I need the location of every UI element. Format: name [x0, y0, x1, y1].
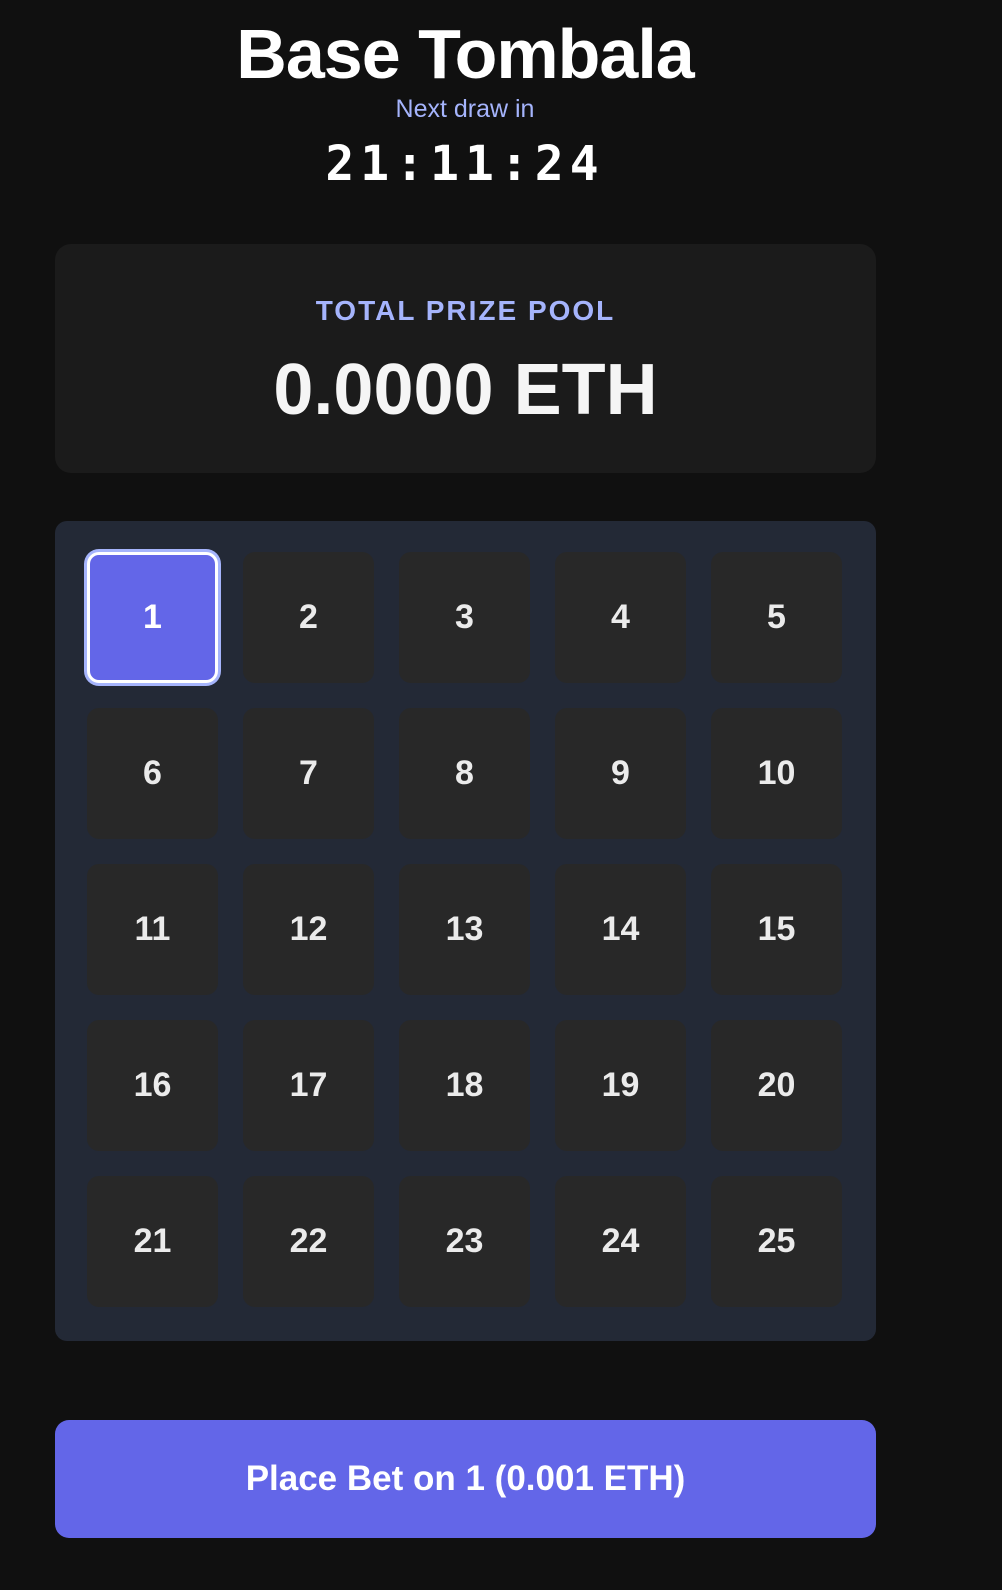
number-grid-panel: 1 2 3 4 5 6 7 8 9 10 11 12 13 14 15 16 1…	[55, 521, 876, 1341]
number-cell[interactable]: 25	[711, 1176, 842, 1307]
next-draw-label: Next draw in	[395, 95, 535, 123]
number-cell[interactable]: 5	[711, 552, 842, 683]
number-cell[interactable]: 8	[399, 708, 530, 839]
number-cell[interactable]: 16	[87, 1020, 218, 1151]
countdown-timer: 21:11:24	[325, 136, 605, 192]
number-cell[interactable]: 22	[243, 1176, 374, 1307]
number-cell[interactable]: 9	[555, 708, 686, 839]
number-cell[interactable]: 13	[399, 864, 530, 995]
number-cell[interactable]: 7	[243, 708, 374, 839]
prize-pool-card: TOTAL PRIZE POOL 0.0000 ETH	[55, 244, 876, 473]
number-grid: 1 2 3 4 5 6 7 8 9 10 11 12 13 14 15 16 1…	[87, 552, 842, 1307]
place-bet-button[interactable]: Place Bet on 1 (0.001 ETH)	[55, 1420, 876, 1538]
number-cell[interactable]: 2	[243, 552, 374, 683]
prize-pool-label: TOTAL PRIZE POOL	[315, 295, 616, 326]
number-cell[interactable]: 12	[243, 864, 374, 995]
number-cell[interactable]: 23	[399, 1176, 530, 1307]
number-cell[interactable]: 3	[399, 552, 530, 683]
number-cell[interactable]: 14	[555, 864, 686, 995]
number-cell[interactable]: 10	[711, 708, 842, 839]
number-cell[interactable]: 17	[243, 1020, 374, 1151]
number-cell-selected[interactable]: 1	[87, 552, 218, 683]
number-cell[interactable]: 21	[87, 1176, 218, 1307]
number-cell[interactable]: 4	[555, 552, 686, 683]
number-cell[interactable]: 20	[711, 1020, 842, 1151]
app-title: Base Tombala	[236, 15, 694, 93]
prize-pool-value: 0.0000 ETH	[273, 350, 658, 430]
number-cell[interactable]: 15	[711, 864, 842, 995]
number-cell[interactable]: 19	[555, 1020, 686, 1151]
number-cell[interactable]: 11	[87, 864, 218, 995]
number-cell[interactable]: 6	[87, 708, 218, 839]
number-cell[interactable]: 24	[555, 1176, 686, 1307]
number-cell[interactable]: 18	[399, 1020, 530, 1151]
